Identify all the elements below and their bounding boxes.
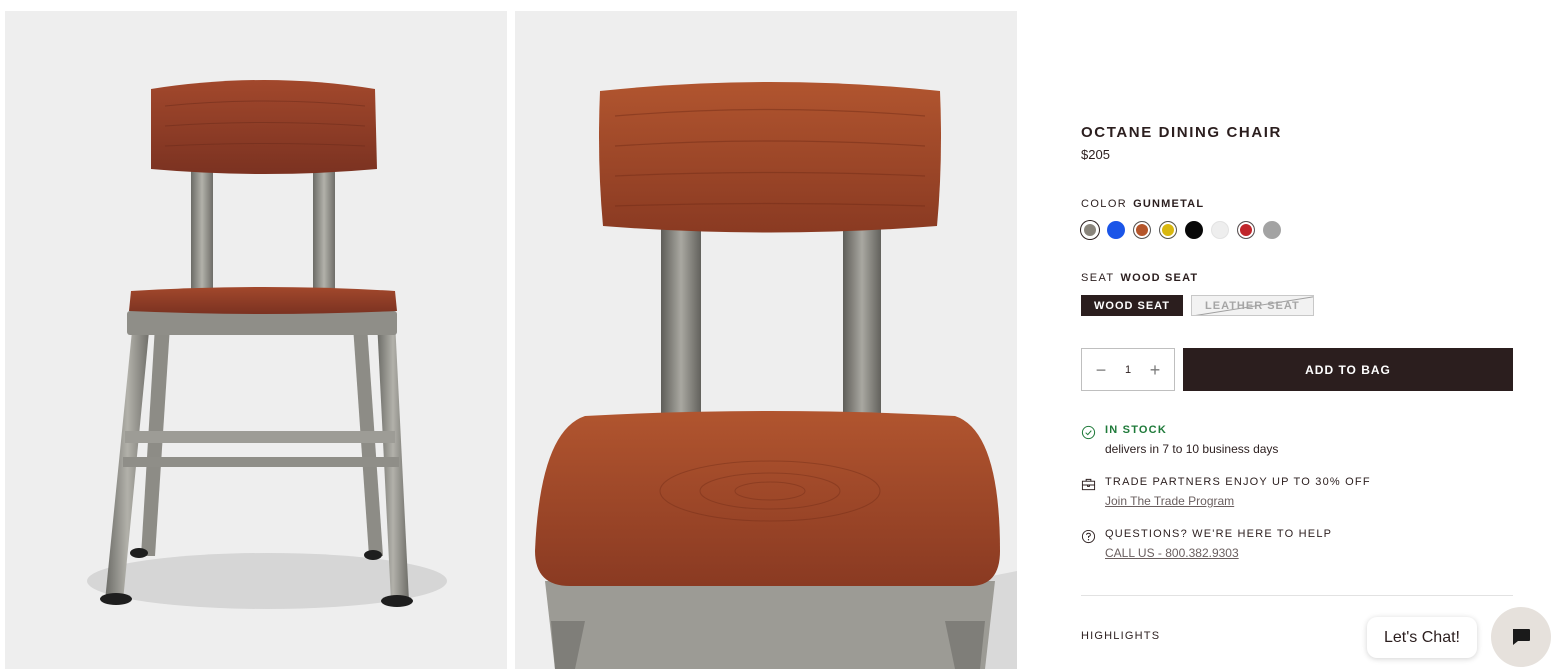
quantity-stepper: − 1 + bbox=[1081, 348, 1175, 391]
swatch-blue[interactable] bbox=[1107, 221, 1125, 239]
help-contact: QUESTIONS? WE'RE HERE TO HELP CALL US - … bbox=[1081, 528, 1332, 560]
check-circle-icon bbox=[1081, 425, 1096, 440]
color-label-text: COLOR bbox=[1081, 198, 1128, 210]
highlights-accordion[interactable]: HIGHLIGHTS bbox=[1081, 630, 1160, 642]
seat-option-wood[interactable]: WOOD SEAT bbox=[1081, 295, 1184, 316]
swatch-white[interactable] bbox=[1211, 221, 1229, 239]
decrease-quantity-button[interactable]: − bbox=[1092, 361, 1110, 379]
trade-program: TRADE PARTNERS ENJOY UP TO 30% OFF Join … bbox=[1081, 476, 1371, 508]
product-price: $205 bbox=[1081, 147, 1110, 162]
swatch-color-fill bbox=[1237, 221, 1255, 239]
seat-options: WOOD SEAT LEATHER SEAT bbox=[1081, 295, 1314, 316]
swatch-gunmetal[interactable] bbox=[1081, 221, 1099, 239]
swatch-color-fill bbox=[1263, 221, 1281, 239]
swatch-color-fill bbox=[1084, 224, 1096, 236]
in-stock-label: IN STOCK bbox=[1105, 424, 1167, 436]
chat-prompt-bubble[interactable]: Let's Chat! bbox=[1367, 617, 1477, 658]
seat-option-label: SEAT WOOD SEAT bbox=[1081, 272, 1198, 284]
selected-color: GUNMETAL bbox=[1133, 198, 1205, 210]
quantity-value[interactable]: 1 bbox=[1125, 364, 1131, 376]
swatch-color-fill bbox=[1211, 221, 1229, 239]
product-image-detail[interactable] bbox=[515, 11, 1017, 669]
product-details-panel: OCTANE DINING CHAIR $205 COLOR GUNMETAL S… bbox=[1081, 0, 1513, 669]
briefcase-icon bbox=[1081, 478, 1096, 491]
help-headline: QUESTIONS? WE'RE HERE TO HELP bbox=[1105, 528, 1333, 540]
delivery-estimate: delivers in 7 to 10 business days bbox=[1105, 442, 1279, 456]
stock-status: IN STOCK delivers in 7 to 10 business da… bbox=[1081, 424, 1278, 456]
question-circle-icon bbox=[1081, 529, 1096, 544]
chair-detail-illustration bbox=[535, 82, 1017, 669]
product-title: OCTANE DINING CHAIR bbox=[1081, 124, 1282, 141]
swatch-red[interactable] bbox=[1237, 221, 1255, 239]
swatch-color-fill bbox=[1107, 221, 1125, 239]
swatch-color-fill bbox=[1185, 221, 1203, 239]
product-image-front[interactable] bbox=[5, 11, 507, 669]
increase-quantity-button[interactable]: + bbox=[1146, 361, 1164, 379]
divider bbox=[1081, 595, 1513, 596]
chair-front-illustration bbox=[87, 80, 447, 609]
swatch-color-fill bbox=[1159, 221, 1177, 239]
selected-seat: WOOD SEAT bbox=[1120, 272, 1199, 284]
color-swatches bbox=[1081, 221, 1281, 239]
seat-label-text: SEAT bbox=[1081, 272, 1115, 284]
add-to-bag-button[interactable]: ADD TO BAG bbox=[1183, 348, 1513, 391]
trade-headline: TRADE PARTNERS ENJOY UP TO 30% OFF bbox=[1105, 476, 1371, 488]
swatch-color-fill bbox=[1133, 221, 1151, 239]
seat-option-leather[interactable]: LEATHER SEAT bbox=[1191, 295, 1314, 316]
swatch-black[interactable] bbox=[1185, 221, 1203, 239]
swatch-yellow[interactable] bbox=[1159, 221, 1177, 239]
chat-icon bbox=[1513, 629, 1530, 645]
chat-launcher-button[interactable] bbox=[1491, 607, 1551, 667]
color-option-label: COLOR GUNMETAL bbox=[1081, 198, 1204, 210]
swatch-gray[interactable] bbox=[1263, 221, 1281, 239]
product-gallery bbox=[5, 11, 1017, 669]
join-trade-link[interactable]: Join The Trade Program bbox=[1105, 494, 1371, 508]
call-us-link[interactable]: CALL US - 800.382.9303 bbox=[1105, 546, 1332, 560]
swatch-copper[interactable] bbox=[1133, 221, 1151, 239]
